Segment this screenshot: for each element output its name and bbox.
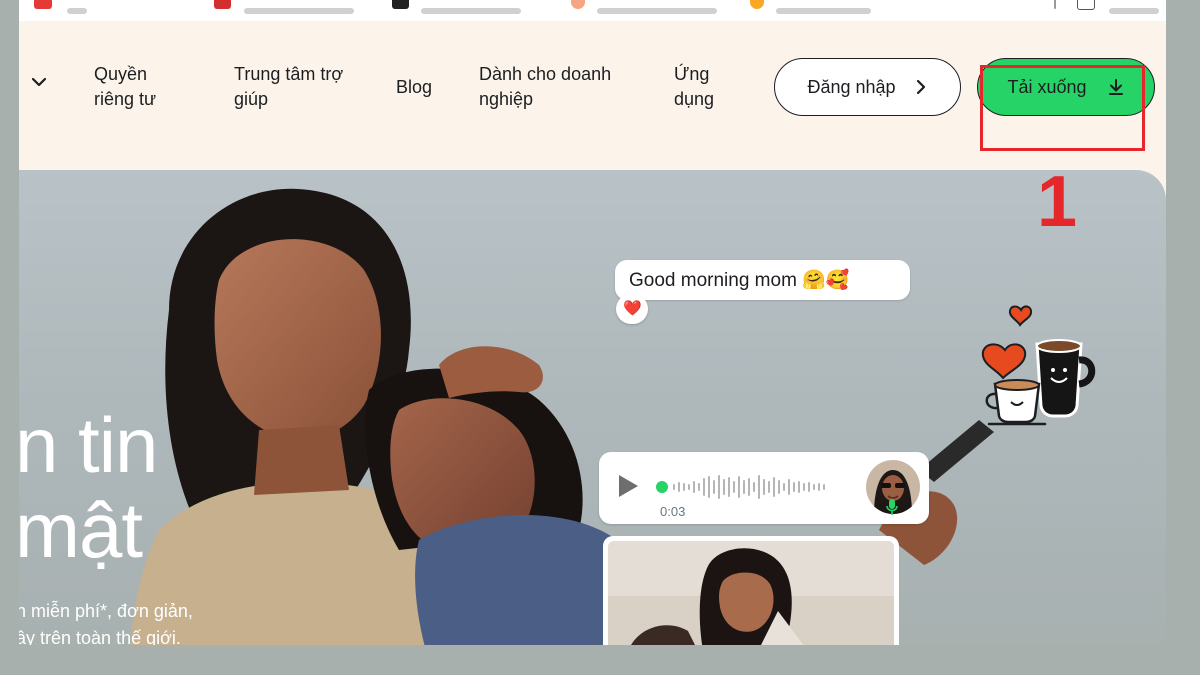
nav-item-label: nghiệp — [479, 89, 534, 109]
nav-item-label: Dành cho doanh — [479, 64, 612, 84]
reaction-badge: ❤️ — [616, 294, 648, 324]
hero-subtitle-line1: n miễn phí*, đơn giản, — [19, 601, 193, 621]
nav-item-label: Quyền — [94, 64, 148, 84]
nav-item-help-center[interactable]: Trung tâm trợ giúp — [234, 62, 343, 112]
voice-duration: 0:03 — [660, 504, 686, 519]
play-icon[interactable] — [617, 474, 639, 498]
login-button[interactable]: Đăng nhập — [774, 58, 961, 116]
tab-title[interactable] — [776, 8, 871, 14]
hero-title-line2: mật — [19, 486, 143, 574]
tab-title[interactable] — [244, 8, 354, 14]
tab-favicon[interactable] — [750, 0, 764, 9]
nav-item-privacy[interactable]: Quyền riêng tư — [94, 62, 156, 112]
tab-favicon[interactable] — [1077, 0, 1095, 10]
download-highlight-box — [980, 65, 1145, 151]
tab-title[interactable] — [597, 8, 717, 14]
heart-reaction-icon: ❤️ — [623, 300, 642, 317]
hero-subtitle-line2: ây trên toàn thế giới. — [19, 628, 181, 645]
browser-viewport: Quyền riêng tư Trung tâm trợ giúp Blog D… — [19, 0, 1166, 645]
audio-waveform[interactable] — [656, 472, 856, 502]
nav-item-label: Trung tâm trợ — [234, 64, 344, 84]
tab-favicon[interactable] — [34, 0, 52, 9]
voice-message-bubble — [599, 452, 929, 524]
nav-item-label: giúp — [234, 89, 269, 109]
tab-title[interactable] — [421, 8, 521, 14]
photo-message-card — [603, 536, 899, 645]
tab-favicon[interactable] — [571, 0, 585, 9]
chevron-down-icon[interactable] — [30, 73, 48, 91]
nav-item-label: Ứng — [674, 64, 710, 84]
tab-favicon[interactable] — [392, 0, 409, 9]
nav-item-label: riêng tư — [94, 89, 157, 109]
tab-favicon[interactable] — [214, 0, 231, 9]
nav-item-apps[interactable]: Ứng dụng — [674, 62, 714, 112]
nav-item-business[interactable]: Dành cho doanh nghiệp — [479, 62, 611, 112]
nav-item-label: Blog — [396, 77, 433, 97]
nav-item-blog[interactable]: Blog — [396, 75, 432, 100]
site-header: Quyền riêng tư Trung tâm trợ giúp Blog D… — [19, 21, 1166, 151]
chat-message-bubble: Good morning mom 🤗🥰 — [615, 260, 910, 300]
tab-divider — [1054, 0, 1056, 9]
nav-item-label: dụng — [674, 89, 715, 109]
step-number-label: 1 — [1037, 162, 1078, 242]
tab-title[interactable] — [67, 8, 87, 14]
tab-title[interactable] — [1109, 8, 1159, 14]
hero-title-line1: n tin — [19, 401, 158, 489]
photo-message-image[interactable] — [608, 541, 894, 645]
chevron-right-icon — [916, 79, 925, 95]
login-button-label: Đăng nhập — [807, 76, 896, 97]
microphone-icon — [886, 499, 898, 515]
chat-message-text: Good morning mom 🤗🥰 — [629, 270, 850, 291]
coffee-cups-sticker-icon — [981, 305, 1096, 426]
browser-tab-strip — [19, 0, 1166, 22]
